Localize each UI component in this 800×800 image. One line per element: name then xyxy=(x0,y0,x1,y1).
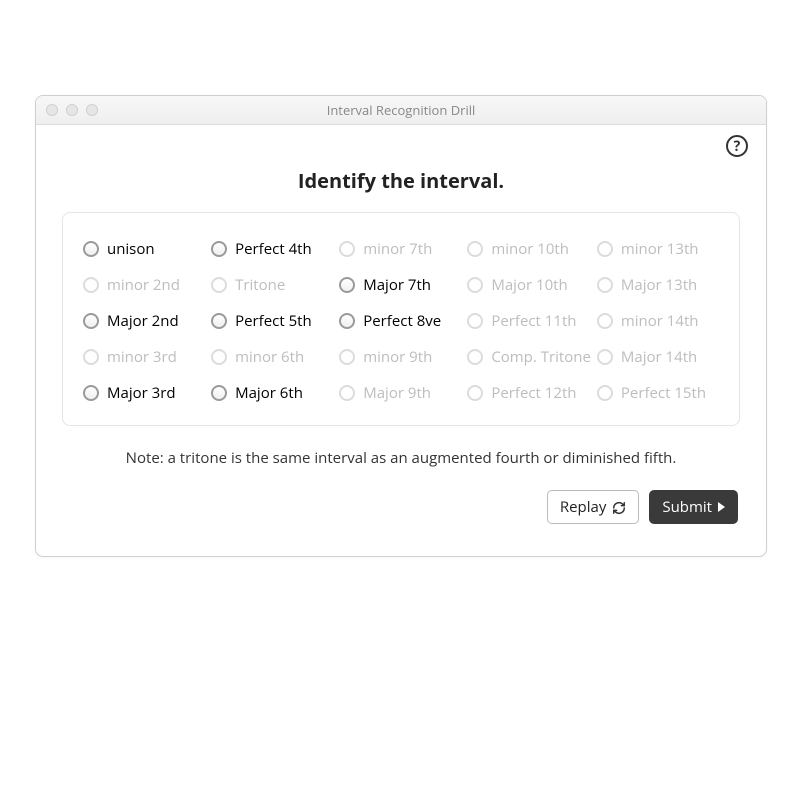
radio-icon xyxy=(211,349,227,365)
interval-option: Tritone xyxy=(211,275,333,295)
interval-option: Perfect 15th xyxy=(597,383,719,403)
radio-icon xyxy=(83,313,99,329)
submit-button-label: Submit xyxy=(662,497,712,517)
interval-option-label: minor 10th xyxy=(491,239,569,259)
radio-icon xyxy=(339,385,355,401)
radio-icon xyxy=(339,349,355,365)
interval-option: minor 14th xyxy=(597,311,719,331)
interval-option: minor 10th xyxy=(467,239,591,259)
interval-option: Perfect 12th xyxy=(467,383,591,403)
interval-option[interactable]: Perfect 8ve xyxy=(339,311,461,331)
interval-option-label: minor 9th xyxy=(363,347,432,367)
interval-option: minor 13th xyxy=(597,239,719,259)
radio-icon xyxy=(211,241,227,257)
interval-option-label: Major 2nd xyxy=(107,311,179,331)
replay-button-label: Replay xyxy=(560,497,607,517)
interval-option-label: minor 3rd xyxy=(107,347,177,367)
interval-option[interactable]: Perfect 5th xyxy=(211,311,333,331)
content-area: ? Identify the interval. unison Perfect 4… xyxy=(36,125,766,542)
radio-icon xyxy=(467,385,483,401)
radio-icon xyxy=(467,349,483,365)
interval-option: Perfect 11th xyxy=(467,311,591,331)
radio-icon xyxy=(597,385,613,401)
minimize-window-button[interactable] xyxy=(66,104,78,116)
interval-option: Major 13th xyxy=(597,275,719,295)
radio-icon xyxy=(83,241,99,257)
submit-button[interactable]: Submit xyxy=(649,490,738,524)
interval-option: minor 7th xyxy=(339,239,461,259)
radio-icon xyxy=(597,277,613,293)
interval-option-label: Major 10th xyxy=(491,275,567,295)
interval-option-label: Major 7th xyxy=(363,275,431,295)
app-window: Interval Recognition Drill ? Identify th… xyxy=(35,95,767,557)
radio-icon xyxy=(467,313,483,329)
tritone-note: Note: a tritone is the same interval as … xyxy=(62,448,740,468)
radio-icon xyxy=(83,277,99,293)
interval-option-label: unison xyxy=(107,239,155,259)
interval-option-label: Major 6th xyxy=(235,383,303,403)
interval-option[interactable]: Perfect 4th xyxy=(211,239,333,259)
radio-icon xyxy=(339,313,355,329)
interval-option[interactable]: Major 6th xyxy=(211,383,333,403)
interval-option: minor 3rd xyxy=(83,347,205,367)
refresh-icon xyxy=(612,500,626,514)
interval-option[interactable]: unison xyxy=(83,239,205,259)
interval-option-label: minor 14th xyxy=(621,311,699,331)
interval-option-label: Major 9th xyxy=(363,383,431,403)
interval-option: Comp. Tritone xyxy=(467,347,591,367)
interval-option: minor 9th xyxy=(339,347,461,367)
interval-option[interactable]: Major 7th xyxy=(339,275,461,295)
interval-option[interactable]: Major 2nd xyxy=(83,311,205,331)
page-title: Identify the interval. xyxy=(62,167,740,194)
radio-icon xyxy=(211,313,227,329)
interval-option: Major 10th xyxy=(467,275,591,295)
radio-icon xyxy=(597,313,613,329)
interval-option-label: minor 7th xyxy=(363,239,432,259)
radio-icon xyxy=(211,277,227,293)
interval-options: unison Perfect 4th minor 7th minor 10th mino… xyxy=(62,212,740,426)
titlebar: Interval Recognition Drill xyxy=(36,96,766,125)
play-icon xyxy=(718,502,725,512)
radio-icon xyxy=(339,277,355,293)
interval-option-label: Major 14th xyxy=(621,347,697,367)
close-window-button[interactable] xyxy=(46,104,58,116)
interval-option-label: minor 2nd xyxy=(107,275,180,295)
interval-option-label: Major 13th xyxy=(621,275,697,295)
interval-option-label: minor 13th xyxy=(621,239,699,259)
radio-icon xyxy=(211,385,227,401)
radio-icon xyxy=(83,349,99,365)
radio-icon xyxy=(339,241,355,257)
interval-option: minor 2nd xyxy=(83,275,205,295)
footer-buttons: Replay Submit xyxy=(62,490,740,524)
interval-option-label: Perfect 15th xyxy=(621,383,706,403)
interval-option-label: Perfect 11th xyxy=(491,311,576,331)
radio-icon xyxy=(83,385,99,401)
interval-option-label: minor 6th xyxy=(235,347,304,367)
radio-icon xyxy=(597,241,613,257)
radio-icon xyxy=(467,277,483,293)
help-icon[interactable]: ? xyxy=(726,135,748,157)
interval-option: minor 6th xyxy=(211,347,333,367)
interval-option-label: Perfect 5th xyxy=(235,311,312,331)
interval-option[interactable]: Major 3rd xyxy=(83,383,205,403)
radio-icon xyxy=(467,241,483,257)
interval-option-label: Perfect 4th xyxy=(235,239,312,259)
interval-option-label: Comp. Tritone xyxy=(491,347,591,367)
interval-option-label: Perfect 12th xyxy=(491,383,576,403)
replay-button[interactable]: Replay xyxy=(547,490,640,524)
window-controls xyxy=(36,104,98,116)
interval-option-label: Major 3rd xyxy=(107,383,176,403)
zoom-window-button[interactable] xyxy=(86,104,98,116)
interval-option-label: Tritone xyxy=(235,275,285,295)
interval-option-label: Perfect 8ve xyxy=(363,311,441,331)
radio-icon xyxy=(597,349,613,365)
window-title: Interval Recognition Drill xyxy=(36,101,766,119)
interval-option: Major 14th xyxy=(597,347,719,367)
interval-option: Major 9th xyxy=(339,383,461,403)
